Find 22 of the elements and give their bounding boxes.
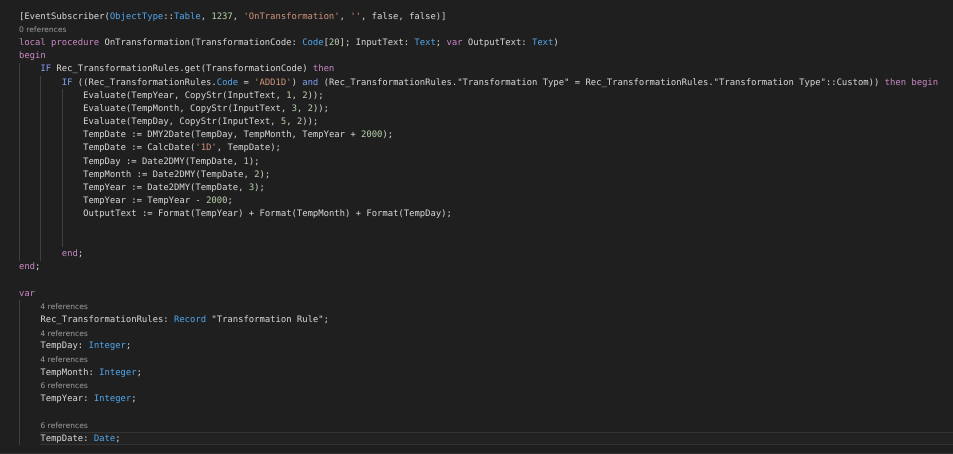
code-line: TempYear: Integer;	[40, 393, 137, 406]
code-line: end;	[19, 261, 40, 274]
code-line: end;	[62, 248, 84, 261]
code-line: TempDate := CalcDate('1D', TempDate);	[83, 142, 281, 156]
code-line: OutputText := Format(TempYear) + Format(TempMonth) + Format(TempDay);	[83, 208, 452, 221]
code-line: TempMonth := Date2DMY(TempDate, 2);	[83, 168, 270, 182]
code-line: IF ((Rec_TransformationRules.Code = 'ADD1D') and (Rec_TransformationRules."Transformation Type" = Rec_TransformationRules."Transformation Type"::Custom)) then begin	[62, 76, 938, 90]
code-line: local procedure OnTransformation(TransformationCode: Code[20]; InputText: Text; var OutputText: Text)	[19, 36, 559, 50]
code-line: Rec_TransformationRules: Record "Transformation Rule";	[40, 314, 329, 326]
code-line: TempDate := DMY2Date(TempDay, TempMonth, TempYear + 2000);	[83, 129, 394, 142]
code-line: var	[19, 288, 36, 300]
code-line: TempYear := Date2DMY(TempDate, 3);	[83, 182, 265, 195]
code-line: Evaluate(TempYear, CopyStr(InputText, 1, 2));	[83, 90, 324, 102]
code-line: Evaluate(TempMonth, CopyStr(InputText, 3, 2));	[83, 102, 329, 116]
code-line: [EventSubscriber(ObjectType::Table, 1237, 'OnTransformation', '', false, false)]	[19, 10, 446, 24]
code-line: begin	[19, 50, 46, 63]
code-line: TempMonth: Integer;	[40, 366, 142, 380]
code-line: Evaluate(TempDay, CopyStr(InputText, 5, 2));	[83, 116, 318, 129]
code-line: TempDay := Date2DMY(TempDate, 1);	[83, 156, 260, 168]
code-line: IF Rec_TransformationRules.get(TransformationCode) then	[40, 63, 334, 76]
code-line: TempDay: Integer;	[40, 340, 132, 353]
code-line: TempYear := TempYear - 2000;	[83, 195, 233, 208]
